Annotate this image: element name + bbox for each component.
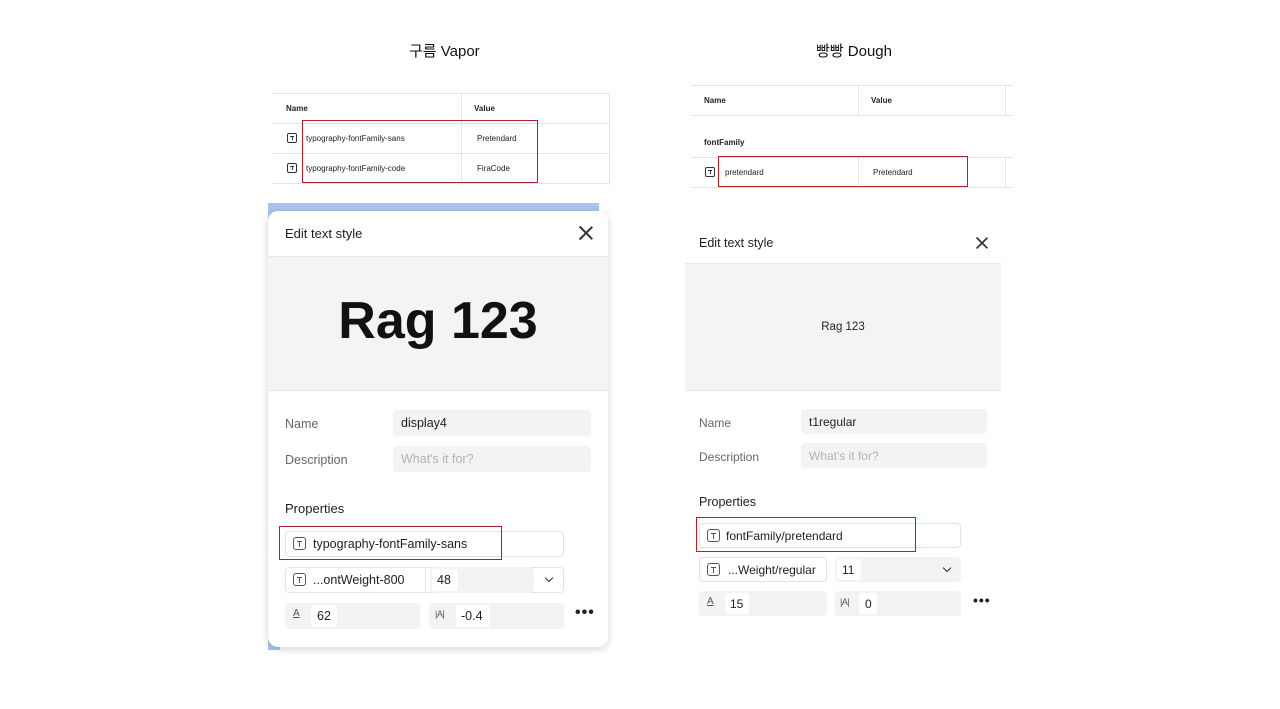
- font-weight-value: ...Weight/regular: [728, 563, 816, 577]
- description-input[interactable]: What's it for?: [393, 446, 591, 472]
- table-header-name: Name: [704, 96, 726, 105]
- font-size-value: 48: [437, 573, 451, 587]
- vapor-column-title: 구름 Vapor: [409, 43, 480, 60]
- line-height-field[interactable]: [699, 591, 827, 616]
- panel-title: Edit text style: [699, 236, 774, 250]
- text-style-preview: Rag 123: [685, 263, 1001, 391]
- letter-spacing-icon: |A|: [840, 597, 850, 607]
- preview-text: Rag 123: [821, 321, 865, 333]
- text-style-icon: [707, 563, 720, 576]
- preview-text: Rag 123: [338, 292, 538, 350]
- table-header-value: Value: [474, 104, 495, 113]
- token-group-label: fontFamily: [704, 138, 745, 147]
- line-height-value: 15: [730, 597, 744, 611]
- letter-spacing-icon: |A|: [435, 609, 445, 619]
- token-value[interactable]: Pretendard: [873, 168, 913, 177]
- dough-token-table: Name Value fontFamily pretendard Pretend…: [692, 85, 1012, 188]
- letter-spacing-value: 0: [865, 597, 872, 611]
- dough-edit-text-style-panel: Edit text style Rag 123 Name t1regular D…: [685, 225, 1001, 630]
- properties-heading: Properties: [285, 501, 345, 516]
- token-name[interactable]: typography-fontFamily-code: [306, 164, 405, 173]
- font-family-value: fontFamily/pretendard: [726, 529, 843, 543]
- text-style-icon: [705, 167, 715, 177]
- font-family-value: typography-fontFamily-sans: [313, 537, 468, 551]
- name-input[interactable]: t1regular: [801, 409, 987, 434]
- more-options-icon[interactable]: •••: [575, 604, 595, 622]
- text-style-icon: [293, 537, 306, 550]
- table-header-value: Value: [871, 96, 892, 105]
- letter-spacing-value: -0.4: [461, 609, 483, 623]
- table-header-name: Name: [286, 104, 308, 113]
- font-weight-value[interactable]: ...ontWeight-800: [313, 573, 405, 587]
- token-name[interactable]: typography-fontFamily-sans: [306, 134, 405, 143]
- close-icon[interactable]: [976, 237, 988, 249]
- name-label: Name: [699, 416, 732, 430]
- more-options-icon[interactable]: •••: [973, 592, 991, 608]
- divider: [425, 567, 426, 593]
- token-name[interactable]: pretendard: [725, 168, 764, 177]
- line-height-field[interactable]: [285, 603, 420, 629]
- token-value[interactable]: Pretendard: [477, 134, 517, 143]
- description-input[interactable]: What's it for?: [801, 443, 987, 468]
- letter-spacing-field[interactable]: [429, 603, 564, 629]
- text-style-icon: [707, 529, 720, 542]
- token-value[interactable]: FiraCode: [477, 164, 510, 173]
- line-height-icon: A: [293, 608, 300, 619]
- close-icon[interactable]: [579, 226, 593, 240]
- font-size-value: 11: [842, 563, 855, 577]
- line-height-icon: A: [707, 596, 714, 607]
- letter-spacing-field[interactable]: [835, 591, 961, 616]
- name-label: Name: [285, 417, 319, 431]
- line-height-value: 62: [317, 609, 331, 623]
- vapor-edit-text-style-panel: Edit text style Rag 123 Name display4 De…: [268, 211, 608, 647]
- description-label: Description: [285, 453, 348, 467]
- vapor-token-table: Name Value typography-fontFamily-sans Pr…: [272, 93, 610, 185]
- text-style-icon: [287, 163, 297, 173]
- dough-column-title: 빵빵 Dough: [816, 43, 892, 60]
- text-style-preview: Rag 123: [268, 256, 608, 391]
- description-label: Description: [699, 450, 760, 464]
- properties-heading: Properties: [699, 495, 756, 509]
- name-input[interactable]: display4: [393, 410, 591, 436]
- panel-title: Edit text style: [285, 226, 363, 241]
- text-style-icon: [287, 133, 297, 143]
- text-style-icon: [293, 573, 306, 586]
